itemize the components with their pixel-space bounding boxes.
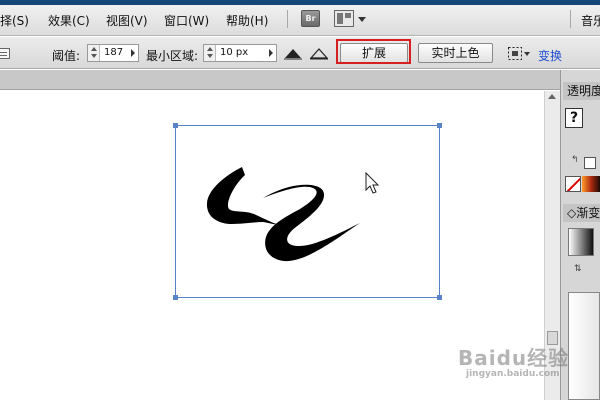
menu-separator: [570, 10, 571, 28]
live-paint-button[interactable]: 实时上色: [418, 43, 493, 63]
threshold-dropdown-icon[interactable]: [131, 49, 135, 57]
bridge-icon[interactable]: Br: [301, 10, 320, 27]
transparency-panel-tab[interactable]: 透明度: [563, 82, 600, 100]
highlight-annotation: [336, 39, 411, 64]
selection-handle[interactable]: [437, 295, 442, 300]
min-area-field[interactable]: 10 px: [203, 44, 277, 62]
menu-separator: [287, 10, 288, 28]
menu-effect[interactable]: 效果(C): [48, 12, 90, 29]
mountain-outline-icon[interactable]: [310, 48, 328, 60]
stroke-swatch[interactable]: [584, 157, 596, 169]
window-top-strip: [0, 0, 600, 5]
collapse-icon[interactable]: ◇: [567, 206, 576, 220]
min-area-dropdown-icon[interactable]: [269, 49, 273, 57]
threshold-stepper[interactable]: [88, 45, 100, 61]
brush-stroke-artwork[interactable]: [263, 184, 360, 262]
menu-bar: 选择(S) 效果(C) 视图(V) 窗口(W) 帮助(H) Br 音乐: [0, 0, 600, 36]
brush-stroke-artwork[interactable]: [206, 167, 282, 225]
document-tab-strip: [0, 70, 560, 90]
watermark-logo-text: Baidu经验: [458, 346, 570, 370]
none-color-swatch[interactable]: [565, 176, 581, 192]
arrange-documents-icon[interactable]: [334, 10, 354, 27]
swap-arrow-icon[interactable]: ↰: [571, 155, 579, 165]
chevron-down-icon[interactable]: [524, 52, 530, 56]
menu-window[interactable]: 窗口(W): [164, 12, 209, 29]
gradient-panel-tab[interactable]: ◇渐变: [563, 204, 600, 222]
min-area-value[interactable]: 10 px: [220, 47, 248, 58]
reverse-gradient-icon[interactable]: ⇅: [574, 264, 582, 274]
transform-link[interactable]: 变换: [538, 47, 562, 64]
color-spectrum-bar[interactable]: [582, 176, 600, 192]
selection-handle[interactable]: [173, 295, 178, 300]
mouse-cursor-icon: [365, 171, 380, 194]
help-question-icon[interactable]: ?: [565, 108, 583, 128]
selection-handle[interactable]: [173, 123, 178, 128]
menu-help[interactable]: 帮助(H): [226, 12, 268, 29]
threshold-field[interactable]: 187: [87, 44, 139, 62]
gradient-swatch[interactable]: [568, 228, 594, 256]
threshold-label: 阈值:: [52, 49, 81, 63]
watermark-url: jingyan.baidu.com: [466, 369, 560, 379]
menu-select[interactable]: 选择(S): [0, 12, 29, 29]
gradient-preview[interactable]: [568, 292, 600, 400]
threshold-value[interactable]: 187: [104, 47, 123, 58]
workspace-label[interactable]: 音乐: [581, 12, 600, 29]
chevron-down-icon[interactable]: [358, 17, 366, 22]
selection-bounds-icon[interactable]: [507, 46, 523, 61]
panel-toggle-icon[interactable]: [0, 48, 10, 59]
watermark: Baidu经验 jingyan.baidu.com: [458, 342, 569, 379]
selection-handle[interactable]: [437, 123, 442, 128]
min-area-label: 最小区域:: [146, 49, 199, 63]
control-bar: 阈值: 187 最小区域: 10 px 扩展 实时上色 变换: [0, 37, 600, 69]
min-area-stepper[interactable]: [204, 45, 216, 61]
gradient-panel-label: 渐变: [576, 206, 600, 220]
scroll-up-icon[interactable]: [548, 94, 556, 99]
mountain-fill-icon[interactable]: [284, 48, 302, 60]
menu-view[interactable]: 视图(V): [106, 12, 148, 29]
